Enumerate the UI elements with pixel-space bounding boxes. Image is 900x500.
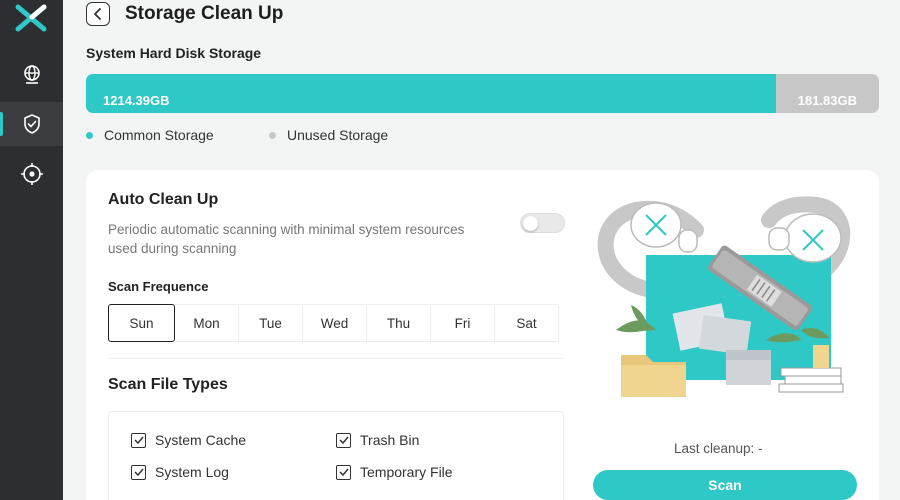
legend-common-storage: Common Storage	[86, 127, 214, 143]
checkbox-temporary-file[interactable]: Temporary File	[336, 464, 453, 480]
legend-dot	[86, 131, 93, 139]
divider	[108, 358, 564, 359]
checkbox-system-log[interactable]: System Log	[131, 464, 229, 480]
app-logo	[14, 4, 48, 32]
scan-button[interactable]: Scan	[593, 470, 857, 500]
sidebar-item-protection[interactable]	[0, 102, 63, 146]
legend-label: Common Storage	[104, 127, 214, 143]
checkbox-label: System Log	[155, 464, 229, 480]
storage-bar: 1214.39GB 181.83GB	[86, 74, 879, 113]
chevron-left-icon	[94, 8, 101, 20]
check-icon	[131, 432, 146, 448]
shield-icon	[23, 114, 40, 134]
day-selector: Sun Mon Tue Wed Thu Fri Sat	[108, 304, 559, 342]
used-storage-label: 1214.39GB	[103, 93, 170, 108]
file-types-box: System Cache Trash Bin System Log Tempor…	[108, 411, 564, 500]
day-mon[interactable]: Mon	[175, 304, 239, 342]
checkbox-label: Temporary File	[360, 464, 453, 480]
checkbox-trash-bin[interactable]: Trash Bin	[336, 432, 419, 448]
day-tue[interactable]: Tue	[239, 304, 303, 342]
sidebar	[0, 0, 63, 500]
storage-title: System Hard Disk Storage	[86, 45, 262, 61]
auto-clean-description: Periodic automatic scanning with minimal…	[108, 222, 465, 256]
sidebar-item-network[interactable]	[0, 52, 63, 96]
check-icon	[336, 432, 351, 448]
scan-file-types-title: Scan File Types	[108, 376, 228, 393]
cleanup-settings-card: Auto Clean Up Periodic automatic scannin…	[86, 170, 879, 500]
legend-label: Unused Storage	[287, 127, 389, 143]
day-sat[interactable]: Sat	[495, 304, 559, 342]
checkbox-system-cache[interactable]: System Cache	[131, 432, 246, 448]
check-icon	[336, 464, 351, 480]
cleanup-illustration	[591, 190, 856, 415]
unused-storage-label: 181.83GB	[797, 93, 857, 108]
day-wed[interactable]: Wed	[303, 304, 367, 342]
auto-clean-title: Auto Clean Up	[108, 191, 219, 208]
toggle-knob	[523, 216, 538, 231]
storage-used-fill	[86, 74, 776, 113]
back-button[interactable]	[86, 2, 110, 26]
day-sun[interactable]: Sun	[108, 304, 175, 342]
scan-frequency-title: Scan Frequence	[108, 279, 209, 294]
day-fri[interactable]: Fri	[431, 304, 495, 342]
last-cleanup-text: Last cleanup: -	[674, 441, 763, 456]
page-title: Storage Clean Up	[125, 3, 284, 24]
checkbox-label: System Cache	[155, 432, 247, 448]
legend-unused-storage: Unused Storage	[269, 127, 388, 143]
checkbox-label: Trash Bin	[360, 432, 420, 448]
auto-clean-toggle[interactable]	[520, 213, 565, 233]
legend-dot	[269, 131, 276, 139]
check-icon	[131, 464, 146, 480]
globe-icon	[23, 65, 40, 84]
crosshair-icon	[20, 163, 43, 185]
sidebar-item-target[interactable]	[0, 152, 63, 196]
day-thu[interactable]: Thu	[367, 304, 431, 342]
